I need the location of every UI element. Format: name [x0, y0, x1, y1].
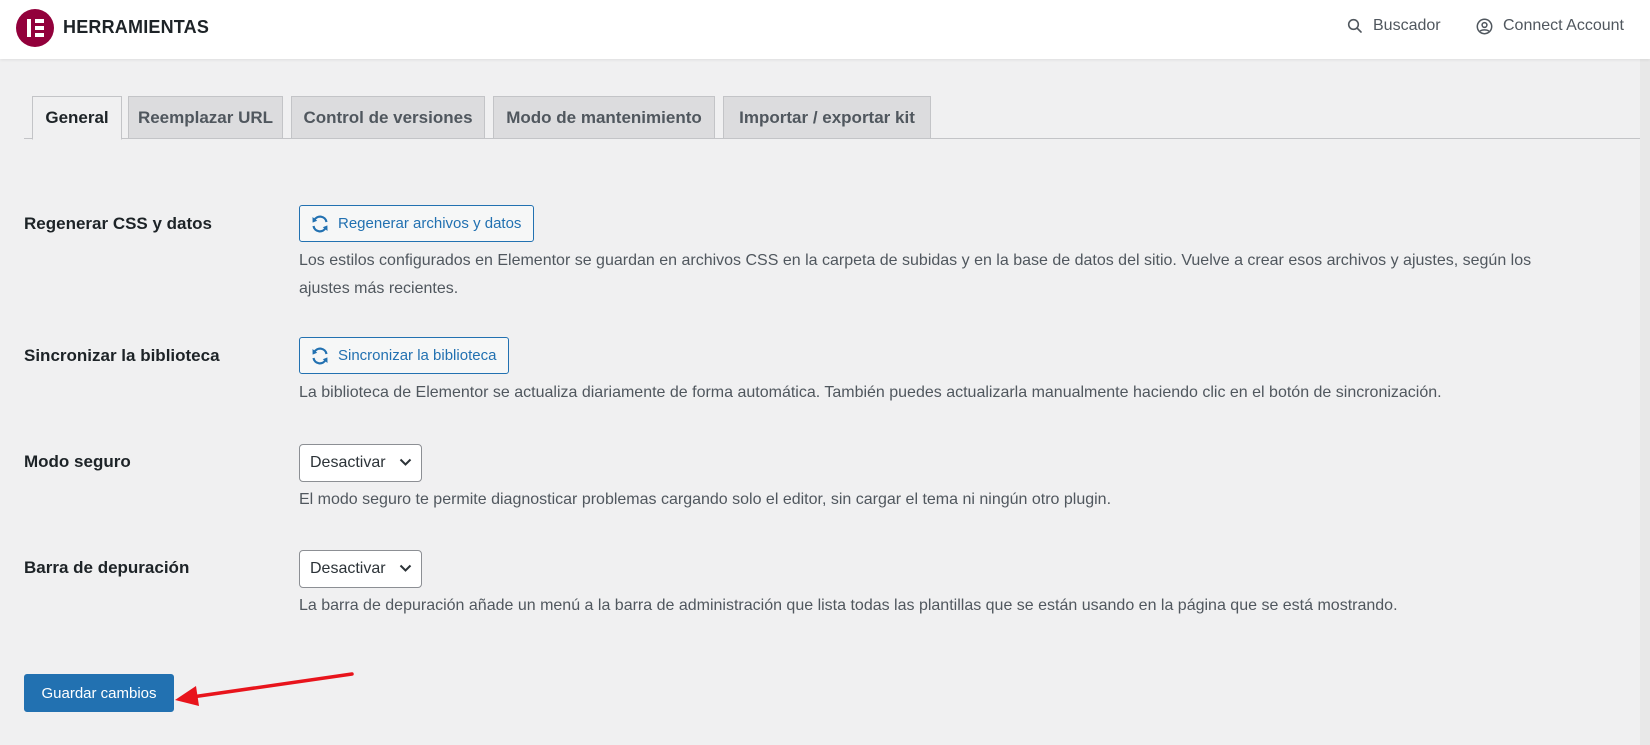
tab-bar: General Reemplazar URL Control de versio… [24, 96, 1640, 140]
regenerate-files-button[interactable]: Regenerar archivos y datos [299, 205, 535, 242]
search-label: Buscador [1373, 17, 1441, 34]
search-icon [1347, 18, 1362, 33]
refresh-icon [312, 215, 328, 232]
sync-library-description: La biblioteca de Elementor se actualiza … [299, 384, 1442, 401]
sync-library-button[interactable]: Sincronizar la biblioteca [299, 337, 510, 374]
regenerate-files-button-label: Regenerar archivos y datos [338, 215, 522, 232]
scrollbar[interactable] [1640, 59, 1650, 745]
refresh-icon [312, 347, 328, 364]
safe-mode-label: Modo seguro [24, 452, 131, 471]
debug-bar-select[interactable]: Desactivar [299, 550, 422, 588]
safe-mode-description: El modo seguro te permite diagnosticar p… [299, 491, 1112, 508]
debug-bar-label: Barra de depuración [24, 558, 190, 577]
user-circle-icon [1476, 18, 1493, 34]
chevron-down-icon [399, 458, 412, 466]
tab-general[interactable]: General [32, 96, 122, 140]
tab-version-control[interactable]: Control de versiones [291, 96, 485, 139]
tab-maintenance-mode[interactable]: Modo de mantenimiento [493, 96, 715, 139]
regenerate-description: Los estilos configurados en Elementor se… [299, 247, 1619, 303]
tab-replace-url[interactable]: Reemplazar URL [128, 96, 283, 139]
top-bar: HERRAMIENTAS Buscador Connect Account [0, 0, 1650, 59]
safe-mode-value: Desactivar [310, 454, 386, 471]
page-title: HERRAMIENTAS [63, 17, 210, 37]
sync-library-label: Sincronizar la biblioteca [24, 346, 220, 365]
main-content: General Reemplazar URL Control de versio… [0, 59, 1640, 745]
regenerate-description-line-2: ajustes más recientes. [299, 280, 459, 297]
elementor-logo [16, 9, 54, 47]
connect-account-link[interactable]: Connect Account [1476, 17, 1624, 35]
connect-account-label: Connect Account [1503, 17, 1624, 34]
debug-bar-value: Desactivar [310, 560, 386, 577]
search-link[interactable]: Buscador [1347, 17, 1441, 35]
safe-mode-select[interactable]: Desactivar [299, 444, 422, 482]
tab-import-export-kit[interactable]: Importar / exportar kit [723, 96, 931, 139]
chevron-down-icon [399, 564, 412, 572]
annotation-arrow [175, 672, 354, 706]
save-changes-button[interactable]: Guardar cambios [24, 674, 174, 712]
debug-bar-description: La barra de depuración añade un menú a l… [299, 597, 1398, 614]
regenerate-description-line-1: Los estilos configurados en Elementor se… [299, 252, 1532, 269]
regenerate-css-label: Regenerar CSS y datos [24, 214, 213, 233]
sync-library-button-label: Sincronizar la biblioteca [338, 347, 497, 364]
